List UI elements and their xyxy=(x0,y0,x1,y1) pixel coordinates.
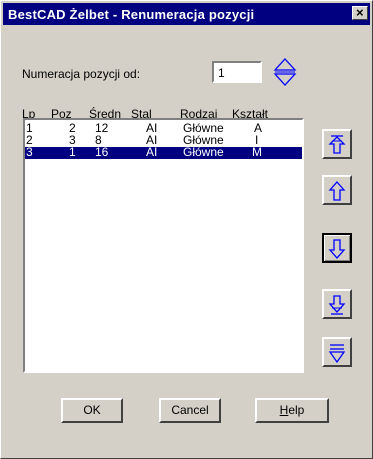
close-button[interactable]: × xyxy=(352,5,368,20)
move-bottom-icon xyxy=(328,295,346,315)
help-button[interactable]: Help xyxy=(255,398,329,423)
move-top-icon xyxy=(328,135,346,154)
move-up-icon xyxy=(328,181,346,201)
cell-rodzaj: Główne xyxy=(183,145,224,159)
cancel-button[interactable]: Cancel xyxy=(159,398,221,423)
ok-button[interactable]: OK xyxy=(61,398,123,423)
close-icon: × xyxy=(356,5,364,20)
help-label: elp xyxy=(288,403,305,417)
window-title: BestCAD Żelbet - Renumeracja pozycji xyxy=(8,7,255,22)
move-last-button[interactable] xyxy=(322,337,352,367)
move-up-button[interactable] xyxy=(322,175,352,205)
list-row-selected[interactable]: 3 1 16 AI Główne M xyxy=(25,145,302,159)
dialog-window: BestCAD Żelbet - Renumeracja pozycji × N… xyxy=(0,0,373,459)
move-last-icon xyxy=(328,344,346,364)
move-down-button[interactable] xyxy=(322,233,352,263)
numbering-label: Numeracja pozycji od: xyxy=(22,67,141,81)
move-down-icon xyxy=(328,239,346,259)
cell-poz: 1 xyxy=(69,145,76,159)
cell-ksztalt: M xyxy=(252,145,262,159)
cell-sredn: 16 xyxy=(95,145,109,159)
list-row[interactable]: 1 2 12 AI Główne A xyxy=(25,122,302,135)
move-bottom-button[interactable] xyxy=(322,289,352,319)
positions-list[interactable]: 1 2 12 AI Główne A 2 3 8 AI Główne I 3 1… xyxy=(23,118,304,373)
cell-lp: 3 xyxy=(26,145,33,159)
cell-stal: AI xyxy=(146,145,158,159)
numbering-spinner[interactable] xyxy=(273,57,297,87)
numbering-start-input[interactable]: 1 xyxy=(212,61,262,83)
title-bar[interactable]: BestCAD Żelbet - Renumeracja pozycji × xyxy=(3,3,370,25)
spinner-arrows-icon xyxy=(273,58,297,86)
move-top-button[interactable] xyxy=(322,129,352,159)
